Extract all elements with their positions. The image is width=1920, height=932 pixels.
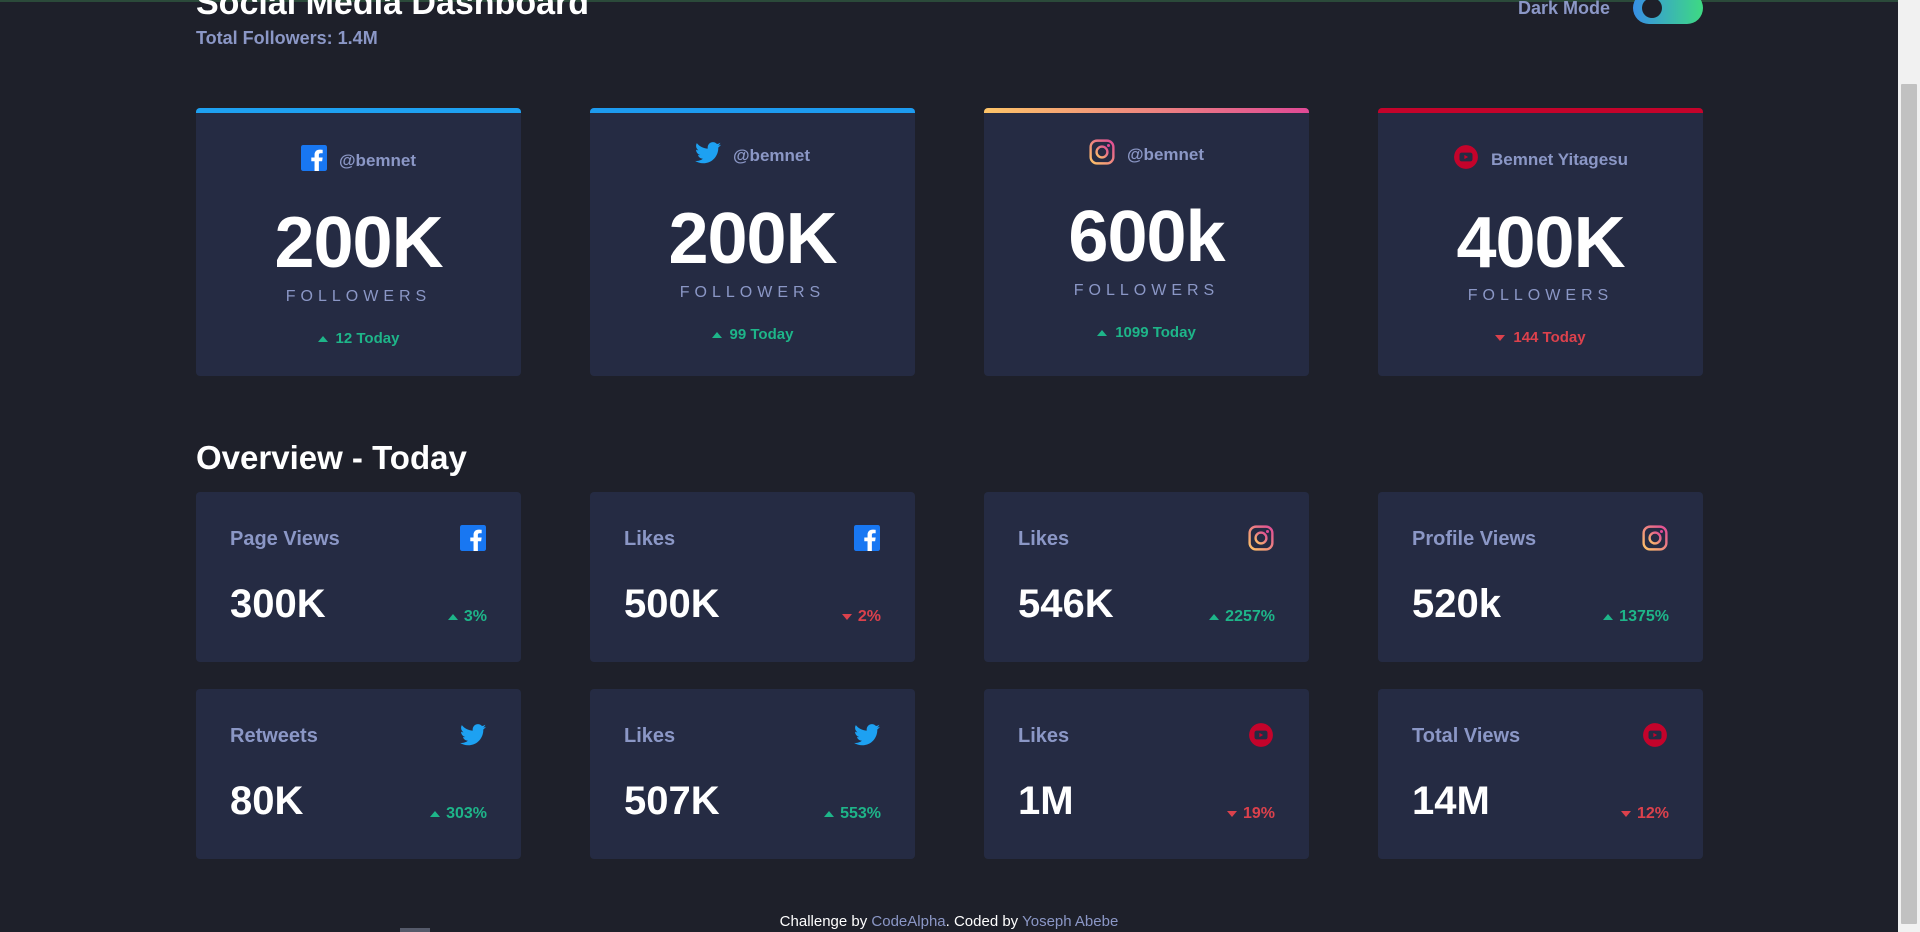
card-top-bar <box>984 108 1309 113</box>
instagram-icon <box>1247 524 1275 552</box>
arrow-up-icon <box>1097 329 1108 336</box>
overview-card-page-views[interactable]: Page Views 300K 3% <box>196 492 521 662</box>
followers-label: FOLLOWERS <box>1073 282 1220 299</box>
page-title: Social Media Dashboard <box>196 0 589 22</box>
overview-card-youtube-likes[interactable]: Likes 1M 19% <box>984 689 1309 859</box>
twitter-icon <box>853 721 881 749</box>
toggle-knob <box>1642 0 1662 18</box>
card-handle: @bemnet <box>732 145 811 165</box>
overview-card-facebook-likes[interactable]: Likes 500K 2% <box>590 492 915 662</box>
arrow-down-icon <box>1226 811 1237 817</box>
overview-delta: 303% <box>430 805 487 823</box>
facebook-icon <box>459 524 487 552</box>
youtube-icon <box>1453 144 1479 175</box>
instagram-icon <box>1089 139 1115 170</box>
overview-value: 300K <box>230 582 326 626</box>
today-change: 12 Today <box>196 330 521 347</box>
horizontal-scroll-indicator <box>400 928 430 932</box>
overview-delta: 2% <box>841 608 881 626</box>
vertical-scrollbar[interactable] <box>1898 0 1920 932</box>
arrow-up-icon <box>824 811 835 817</box>
overview-delta: 3% <box>447 608 487 626</box>
overview-name: Retweets <box>230 725 318 747</box>
overview-name: Profile Views <box>1412 528 1537 550</box>
overview-name: Total Views <box>1412 725 1521 747</box>
followers-card-facebook[interactable]: @bemnet 200K FOLLOWERS 12 Today <box>196 108 521 376</box>
followers-label: FOLLOWERS <box>1467 287 1614 304</box>
follower-count: 200K <box>668 199 837 279</box>
card-handle: @bemnet <box>338 150 417 170</box>
overview-value: 507K <box>624 779 720 823</box>
scrollbar-thumb[interactable] <box>1901 84 1917 924</box>
overview-value: 14M <box>1412 779 1490 823</box>
overview-name: Page Views <box>230 528 340 550</box>
overview-card-total-views[interactable]: Total Views 14M 12% <box>1378 689 1703 859</box>
followers-card-youtube[interactable]: Bemnet Yitagesu 400K FOLLOWERS 144 Today <box>1378 108 1703 376</box>
overview-delta: 19% <box>1226 805 1275 823</box>
overview-value: 1M <box>1018 779 1074 823</box>
followers-label: FOLLOWERS <box>285 288 432 305</box>
youtube-icon <box>1641 721 1669 749</box>
arrow-up-icon <box>711 331 722 338</box>
follower-count: 600k <box>1068 197 1225 277</box>
overview-delta: 553% <box>824 805 881 823</box>
overview-card-twitter-likes[interactable]: Likes 507K 553% <box>590 689 915 859</box>
arrow-down-icon <box>841 614 852 620</box>
card-handle: @bemnet <box>1126 144 1205 164</box>
arrow-down-icon <box>1620 811 1631 817</box>
card-top-bar <box>590 108 915 113</box>
arrow-up-icon <box>317 335 328 342</box>
overview-value: 80K <box>230 779 304 823</box>
follower-count: 400K <box>1456 203 1625 283</box>
arrow-up-icon <box>1209 614 1220 620</box>
overview-value: 520k <box>1412 582 1501 626</box>
overview-delta: 2257% <box>1209 608 1275 626</box>
followers-card-twitter[interactable]: @bemnet 200K FOLLOWERS 99 Today <box>590 108 915 376</box>
instagram-icon <box>1641 524 1669 552</box>
facebook-icon <box>300 145 327 176</box>
overview-value: 546K <box>1018 582 1114 626</box>
followers-card-instagram[interactable]: @bemnet 600k FOLLOWERS 1099 Today <box>984 108 1309 376</box>
facebook-icon <box>853 524 881 552</box>
codealpha-link[interactable]: CodeAlpha <box>871 913 945 930</box>
twitter-icon <box>459 721 487 749</box>
follower-count: 200K <box>274 203 443 283</box>
card-top-bar <box>1378 108 1703 113</box>
overview-value: 500K <box>624 582 720 626</box>
today-change: 1099 Today <box>984 324 1309 341</box>
today-change: 144 Today <box>1378 329 1703 346</box>
overview-delta: 12% <box>1620 805 1669 823</box>
arrow-up-icon <box>447 614 458 620</box>
author-link[interactable]: Yoseph Abebe <box>1022 913 1118 930</box>
overview-name: Likes <box>1018 528 1070 550</box>
arrow-down-icon <box>1495 334 1506 341</box>
twitter-icon <box>694 142 721 169</box>
arrow-up-icon <box>1603 614 1614 620</box>
overview-title: Overview - Today <box>196 439 467 476</box>
dark-mode-label: Dark Mode <box>1518 0 1611 18</box>
overview-card-profile-views[interactable]: Profile Views 520k 1375% <box>1378 492 1703 662</box>
total-followers: Total Followers: 1.4M <box>196 28 378 48</box>
overview-delta: 1375% <box>1603 608 1669 626</box>
card-handle: Bemnet Yitagesu <box>1491 149 1628 169</box>
overview-name: Likes <box>624 725 676 747</box>
dark-mode-toggle[interactable] <box>1633 0 1703 24</box>
attribution-footer: Challenge by CodeAlpha. Coded by Yoseph … <box>779 913 1119 930</box>
overview-card-retweets[interactable]: Retweets 80K 303% <box>196 689 521 859</box>
youtube-icon <box>1247 721 1275 749</box>
followers-label: FOLLOWERS <box>679 284 826 301</box>
overview-name: Likes <box>1018 725 1070 747</box>
overview-name: Likes <box>624 528 676 550</box>
today-change: 99 Today <box>590 326 915 343</box>
card-top-bar <box>196 108 521 113</box>
arrow-up-icon <box>430 811 441 817</box>
overview-card-instagram-likes[interactable]: Likes 546K 2257% <box>984 492 1309 662</box>
